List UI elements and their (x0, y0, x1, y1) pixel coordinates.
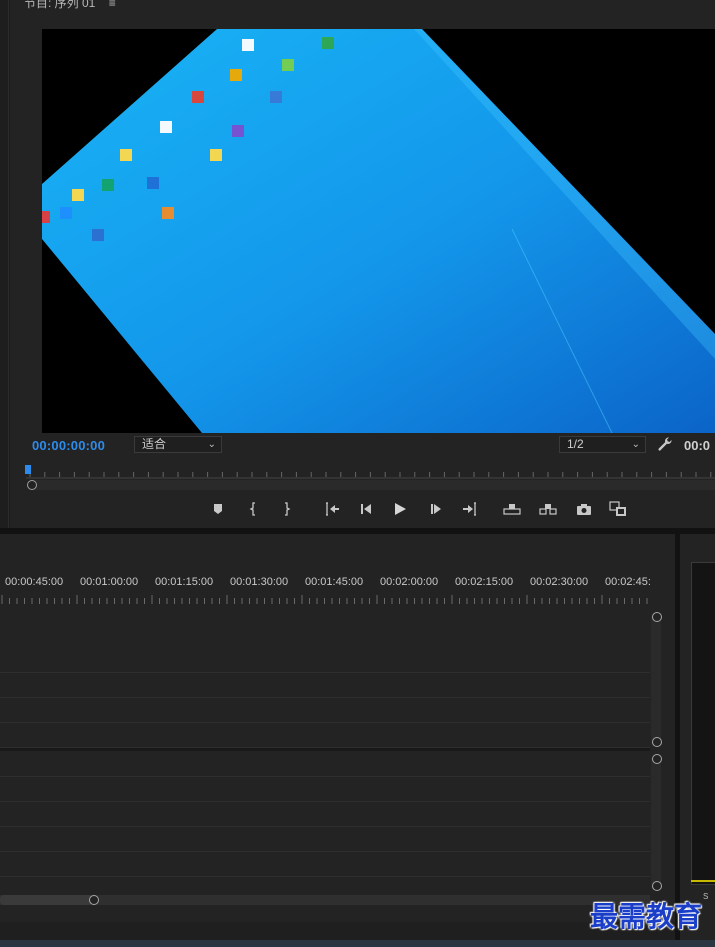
ruler-label: 00:01:15:00 (155, 576, 214, 588)
hamburger-menu-icon[interactable]: ≡ (109, 0, 116, 10)
video-track-row[interactable] (0, 673, 650, 698)
scrollbar-handle-right[interactable] (89, 895, 99, 905)
marker-icon (214, 504, 222, 514)
lift-button[interactable] (502, 499, 522, 519)
audio-track-row[interactable] (0, 827, 650, 852)
video-tracks-scrollbar[interactable] (651, 613, 661, 746)
ruler-label: 00:02:00:00 (380, 576, 439, 588)
ruler-label: 00:02:15:00 (455, 576, 514, 588)
current-timecode[interactable]: 00:00:00:00 (32, 438, 105, 453)
ruler-label: 00:01:30:00 (230, 576, 289, 588)
audio-meter (691, 562, 715, 885)
ruler-label: 00:02:45: (605, 576, 651, 588)
step-back-icon (361, 504, 371, 514)
ruler-label: 00:01:00:00 (80, 576, 139, 588)
meter-label: S (703, 892, 709, 901)
audio-track-row[interactable] (0, 802, 650, 827)
video-track-row[interactable] (0, 723, 650, 748)
mark-out-button[interactable] (276, 499, 296, 519)
monitor-time-ruler[interactable] (26, 464, 715, 480)
go-to-in-icon (326, 502, 339, 516)
video-track-row[interactable] (0, 648, 650, 673)
mark-in-button[interactable] (244, 499, 264, 519)
video-track-row[interactable] (0, 698, 650, 723)
audio-tracks-scrollbar[interactable] (651, 756, 661, 890)
left-panel-edge (0, 0, 9, 528)
rotated-desktop-frame (42, 29, 715, 433)
play-icon (395, 503, 406, 515)
ruler-label: 00:00:45:00 (5, 576, 64, 588)
camera-icon (577, 503, 591, 515)
timeline-ruler-ticks[interactable] (0, 595, 650, 605)
ruler-label: 00:02:30:00 (530, 576, 589, 588)
fit-dropdown-value: 适合 (142, 437, 167, 451)
play-button[interactable] (390, 499, 410, 519)
timeline-scroll-thumb[interactable] (0, 895, 94, 905)
resolution-dropdown-value: 1/2 (567, 437, 584, 451)
step-back-button[interactable] (356, 499, 376, 519)
mark-out-icon (285, 502, 291, 516)
go-to-in-button[interactable] (322, 499, 342, 519)
audio-track-row[interactable] (0, 777, 650, 802)
scrollbar-handle-left[interactable] (27, 480, 37, 490)
scrollbar-handle-top[interactable] (652, 612, 662, 622)
extract-button[interactable] (538, 499, 558, 519)
program-monitor-title[interactable]: 节目: 序列 01 ≡ (24, 0, 116, 11)
watermark-logo: 最需教育 (590, 900, 703, 933)
add-marker-button[interactable] (208, 499, 228, 519)
go-to-out-button[interactable] (460, 499, 480, 519)
duration-timecode: 00:0 (684, 438, 711, 453)
scrollbar-handle-bottom[interactable] (652, 737, 662, 747)
transport-controls (200, 499, 630, 519)
audio-track-row[interactable] (0, 852, 650, 877)
step-forward-button[interactable] (426, 499, 446, 519)
wrench-icon[interactable] (657, 436, 673, 452)
resolution-dropdown[interactable]: 1/2 ⌄ (559, 436, 646, 453)
monitor-zoom-scrollbar[interactable] (30, 480, 715, 490)
audio-meter-level (691, 880, 715, 882)
taskbar-strip (0, 940, 715, 947)
chevron-down-icon: ⌄ (631, 439, 640, 450)
fit-dropdown[interactable]: 适合 ⌄ (134, 436, 222, 453)
comparison-view-button[interactable] (608, 499, 628, 519)
timeline-time-ruler[interactable]: 00:00:45:00 00:01:00:00 00:01:15:00 00:01:3… (0, 576, 651, 592)
mark-in-icon (249, 502, 255, 516)
go-to-out-icon (463, 502, 476, 516)
comparison-icon (609, 501, 626, 516)
program-monitor-title-text: 节目: 序列 01 (24, 0, 96, 10)
video-preview[interactable] (42, 29, 715, 433)
video-audio-divider[interactable] (0, 748, 650, 751)
scrollbar-handle-top[interactable] (652, 754, 662, 764)
step-forward-icon (431, 504, 441, 514)
chevron-down-icon: ⌄ (207, 439, 216, 450)
ruler-label: 00:01:45:00 (305, 576, 364, 588)
extract-icon (539, 504, 557, 515)
lift-icon (503, 504, 521, 515)
scrollbar-handle-bottom[interactable] (652, 881, 662, 891)
playhead-icon[interactable] (25, 465, 31, 474)
audio-track-row[interactable] (0, 752, 650, 777)
export-frame-button[interactable] (574, 499, 594, 519)
